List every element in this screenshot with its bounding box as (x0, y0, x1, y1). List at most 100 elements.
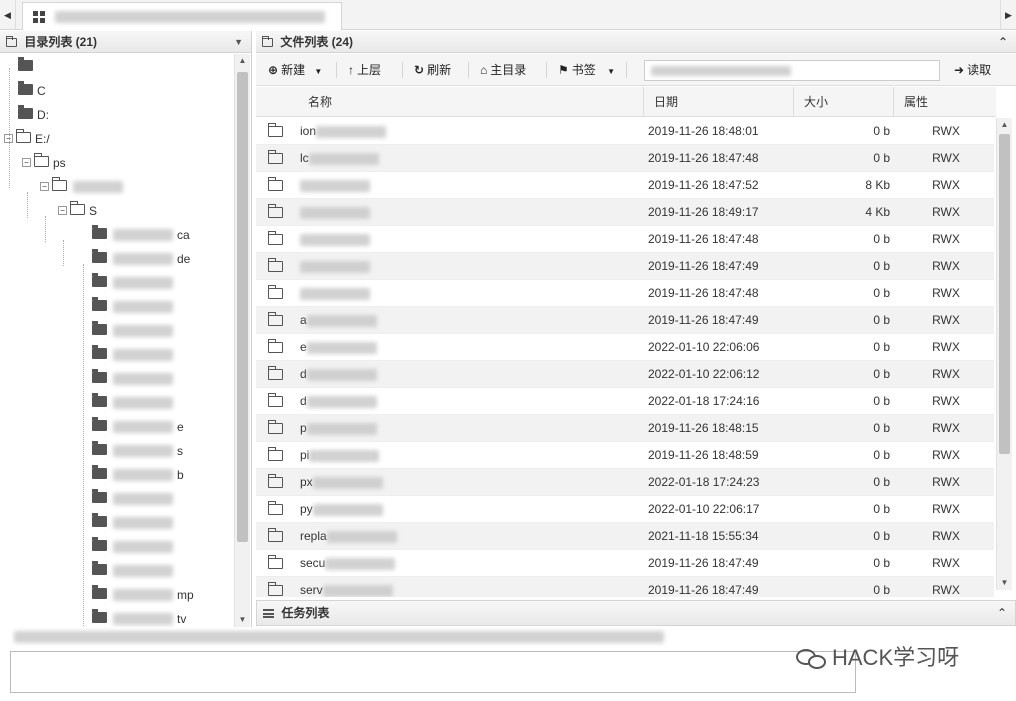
table-row[interactable]: py 2022-01-10 22:06:17 0 b RWX (256, 496, 994, 523)
tab-scroll-left-button[interactable]: ◀ (0, 0, 16, 30)
scroll-up-arrow-icon[interactable]: ▲ (235, 54, 250, 68)
file-name-cell[interactable] (300, 280, 640, 307)
tree-item[interactable] (92, 296, 177, 316)
tree-item[interactable]: − E:/ (4, 128, 50, 148)
column-header-size[interactable]: 大小 (793, 87, 893, 117)
table-row[interactable]: p 2019-11-26 18:48:15 0 b RWX (256, 415, 994, 442)
file-name-cell[interactable] (300, 253, 640, 280)
folder-icon (92, 585, 107, 600)
file-list-scrollbar[interactable]: ▲ ▼ (996, 118, 1012, 590)
file-name-cell[interactable]: lc (300, 145, 640, 172)
chevron-up-icon[interactable]: ⌃ (998, 31, 1008, 53)
collapse-toggle-icon[interactable]: − (22, 158, 31, 168)
tree-item[interactable] (18, 56, 37, 76)
new-button[interactable]: ⊕ 新建 ▼ (264, 54, 326, 86)
tree-item[interactable]: tv (92, 608, 186, 627)
tree-item[interactable]: b (92, 464, 184, 484)
refresh-button[interactable]: ↻ 刷新 (410, 54, 455, 86)
file-name-cell[interactable]: a (300, 307, 640, 334)
scroll-up-arrow-icon[interactable]: ▲ (997, 118, 1012, 132)
table-row[interactable]: ion 2019-11-26 18:48:01 0 b RWX (256, 118, 994, 145)
file-attr-cell: RWX (932, 502, 960, 516)
file-table: 名称 日期 大小 属性 ion 2019-11-26 18:48:01 0 b RWX… (256, 87, 1016, 597)
chevron-down-icon: ▼ (314, 67, 323, 76)
table-row[interactable]: 2019-11-26 18:47:52 8 Kb RWX (256, 172, 994, 199)
tree-item[interactable] (92, 368, 177, 388)
table-row[interactable]: serv 2019-11-26 18:47:49 0 b RWX (256, 577, 994, 597)
collapse-toggle-icon[interactable]: − (58, 206, 67, 216)
tree-item[interactable] (92, 320, 177, 340)
tree-item[interactable]: ca (92, 224, 190, 244)
log-output-box[interactable] (10, 651, 856, 693)
scroll-down-arrow-icon[interactable]: ▼ (235, 613, 250, 627)
tree-item[interactable] (92, 512, 177, 532)
table-row[interactable]: 2019-11-26 18:49:17 4 Kb RWX (256, 199, 994, 226)
file-size-cell: 0 b (873, 556, 890, 570)
table-row[interactable]: px 2022-01-18 17:24:23 0 b RWX (256, 469, 994, 496)
table-row[interactable]: lc 2019-11-26 18:47:48 0 b RWX (256, 145, 994, 172)
table-row[interactable]: 2019-11-26 18:47:49 0 b RWX (256, 253, 994, 280)
tree-item[interactable] (92, 344, 177, 364)
chevron-up-icon[interactable]: ⌃ (997, 601, 1007, 625)
table-row[interactable]: pi 2019-11-26 18:48:59 0 b RWX (256, 442, 994, 469)
table-row[interactable]: d 2022-01-10 22:06:12 0 b RWX (256, 361, 994, 388)
path-input[interactable] (644, 60, 940, 81)
table-row[interactable]: a 2019-11-26 18:47:49 0 b RWX (256, 307, 994, 334)
table-row[interactable]: 2019-11-26 18:47:48 0 b RWX (256, 226, 994, 253)
tree-item[interactable] (92, 488, 177, 508)
file-name-cell[interactable] (300, 226, 640, 253)
file-name-cell[interactable]: ion (300, 118, 640, 145)
file-name-cell[interactable]: d (300, 388, 640, 415)
file-name-cell[interactable]: px (300, 469, 640, 496)
tab-scroll-right-button[interactable]: ▶ (1000, 0, 1016, 30)
file-name-cell[interactable]: e (300, 334, 640, 361)
file-name-cell[interactable]: secu (300, 550, 640, 577)
file-name-cell[interactable]: repla (300, 523, 640, 550)
tree-item[interactable]: D: (18, 104, 49, 124)
column-header-attr[interactable]: 属性 (893, 87, 996, 117)
table-row[interactable]: e 2022-01-10 22:06:06 0 b RWX (256, 334, 994, 361)
tree-item[interactable] (92, 272, 177, 292)
scroll-down-arrow-icon[interactable]: ▼ (997, 576, 1012, 590)
column-header-date[interactable]: 日期 (643, 87, 793, 117)
tab-active[interactable] (22, 2, 342, 30)
tree-item[interactable] (92, 536, 177, 556)
tree-item[interactable] (92, 392, 177, 412)
tree-item[interactable]: − (40, 176, 127, 196)
tree-item[interactable]: de (92, 248, 190, 268)
chevron-down-icon[interactable]: ▼ (234, 31, 243, 53)
file-name-cell[interactable]: serv (300, 577, 640, 597)
file-name-cell[interactable] (300, 172, 640, 199)
scrollbar-thumb[interactable] (999, 134, 1010, 454)
file-name-cell[interactable]: p (300, 415, 640, 442)
folder-icon (268, 420, 283, 434)
tree-item-label: mp (177, 587, 194, 602)
table-row[interactable]: repla 2021-11-18 15:55:34 0 b RWX (256, 523, 994, 550)
file-size-cell: 0 b (873, 583, 890, 597)
file-name-cell[interactable] (300, 199, 640, 226)
file-name-redacted (316, 125, 387, 138)
task-panel-header[interactable]: 任务列表 ⌃ (256, 600, 1016, 626)
tree-item[interactable]: s (92, 440, 183, 460)
table-row[interactable]: 2019-11-26 18:47:48 0 b RWX (256, 280, 994, 307)
tree-item[interactable]: − ps (22, 152, 66, 172)
file-name-cell[interactable]: pi (300, 442, 640, 469)
collapse-toggle-icon[interactable]: − (40, 182, 49, 192)
tree-item[interactable]: − S (58, 200, 97, 220)
scrollbar-thumb[interactable] (237, 72, 248, 542)
home-button[interactable]: ⌂ 主目录 (476, 54, 530, 86)
table-row[interactable]: d 2022-01-18 17:24:16 0 b RWX (256, 388, 994, 415)
tree-item[interactable]: C (18, 80, 46, 100)
tree-item[interactable]: e (92, 416, 184, 436)
tree-item[interactable]: mp (92, 584, 194, 604)
tree-item[interactable] (92, 560, 177, 580)
tree-scrollbar[interactable]: ▲ ▼ (234, 54, 250, 627)
up-level-button[interactable]: ↑ 上层 (344, 54, 385, 86)
column-header-name[interactable]: 名称 (296, 87, 643, 117)
table-row[interactable]: secu 2019-11-26 18:47:49 0 b RWX (256, 550, 994, 577)
file-name-cell[interactable]: d (300, 361, 640, 388)
folder-open-icon (34, 153, 49, 168)
bookmark-button[interactable]: ⚑ 书签 ▼ (554, 54, 619, 86)
file-name-cell[interactable]: py (300, 496, 640, 523)
read-button[interactable]: ➜ 读取 (950, 54, 995, 86)
